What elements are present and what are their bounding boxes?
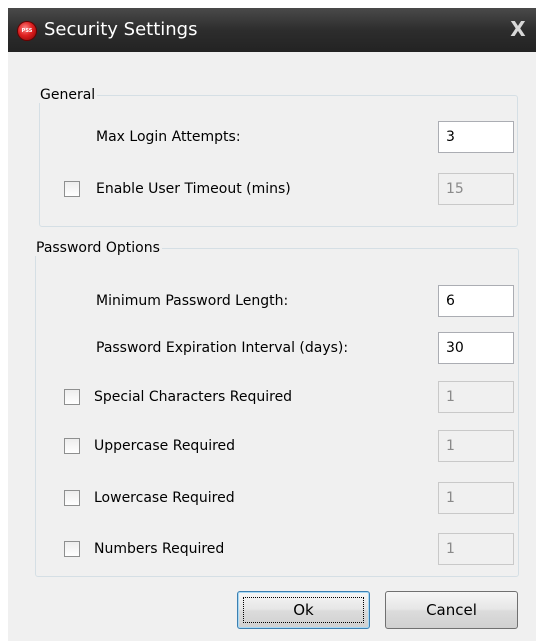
uppercase-label: Uppercase Required [94, 438, 236, 454]
password-expiration-label: Password Expiration Interval (days): [96, 340, 349, 356]
window-title: Security Settings [44, 19, 198, 40]
special-characters-input[interactable] [438, 381, 514, 413]
user-timeout-input[interactable] [438, 173, 514, 205]
general-legend: General [40, 87, 96, 103]
ok-button-label: Ok [293, 601, 314, 619]
close-button[interactable]: X [506, 16, 530, 42]
cancel-button[interactable]: Cancel [385, 591, 518, 629]
general-group: General [39, 87, 518, 227]
special-characters-checkbox[interactable] [64, 389, 80, 405]
lowercase-label: Lowercase Required [94, 490, 235, 506]
enable-user-timeout-checkbox[interactable] [64, 181, 80, 197]
cancel-button-label: Cancel [426, 601, 477, 619]
password-expiration-input[interactable] [438, 332, 514, 364]
dialog-body: General Max Login Attempts: Enable User … [8, 52, 536, 641]
uppercase-input[interactable] [438, 430, 514, 462]
min-password-length-label: Minimum Password Length: [96, 293, 289, 309]
lowercase-checkbox[interactable] [64, 490, 80, 506]
min-password-length-input[interactable] [438, 285, 514, 317]
max-login-attempts-label: Max Login Attempts: [96, 129, 241, 145]
uppercase-checkbox[interactable] [64, 438, 80, 454]
numbers-checkbox[interactable] [64, 541, 80, 557]
max-login-attempts-input[interactable] [438, 121, 514, 153]
lowercase-input[interactable] [438, 482, 514, 514]
app-logo-icon: PSS [18, 22, 36, 40]
numbers-input[interactable] [438, 533, 514, 565]
ok-button[interactable]: Ok [237, 591, 370, 629]
password-options-legend: Password Options [36, 240, 160, 256]
numbers-label: Numbers Required [94, 541, 225, 557]
security-settings-dialog: PSS Security Settings X General Max Logi… [8, 8, 536, 641]
enable-user-timeout-label: Enable User Timeout (mins) [96, 181, 291, 197]
special-characters-label: Special Characters Required [94, 389, 293, 405]
title-bar[interactable]: PSS Security Settings X [8, 8, 536, 52]
